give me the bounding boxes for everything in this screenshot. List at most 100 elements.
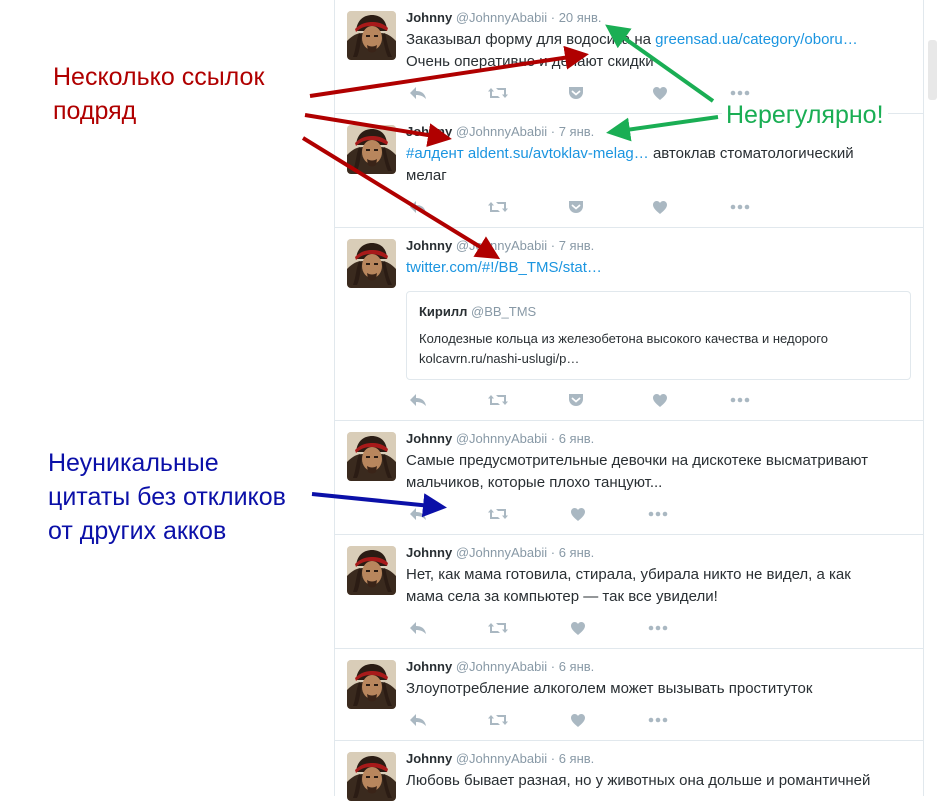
author-name[interactable]: Johnny xyxy=(406,545,452,560)
avatar[interactable] xyxy=(347,239,396,288)
tweet-text: twitter.com/#!/BB_TMS/stat… xyxy=(406,257,906,279)
tweet-text: #алдент aldent.su/avtoklav-melag… автокл… xyxy=(406,143,906,187)
heart-icon[interactable] xyxy=(649,197,671,217)
author-name[interactable]: Johnny xyxy=(406,10,452,25)
author-name[interactable]: Johnny xyxy=(406,124,452,139)
quoted-tweet-header: Кирилл @BB_TMS xyxy=(419,304,536,319)
tweet-item[interactable]: Johnny @JohnnyAbabii · 6 янв. Любовь быв… xyxy=(335,741,923,801)
avatar[interactable] xyxy=(347,752,396,801)
avatar[interactable] xyxy=(347,660,396,709)
pocket-icon[interactable] xyxy=(565,197,587,217)
tweet-header: Johnny @JohnnyAbabii · 7 янв. xyxy=(406,238,594,253)
tweet-text-part: Заказывал форму для водосика на xyxy=(406,31,656,48)
tweet-actions xyxy=(407,197,907,217)
tweet-text-part: Нет, как мама готовила, стирала, убирала… xyxy=(406,566,851,583)
quoted-text-line: Колодезные кольца из железобетона высоко… xyxy=(419,331,828,346)
tweet-text-part: Любовь бывает разная, но у животных она … xyxy=(406,772,871,789)
tweet-text-part: автоклав стоматологический xyxy=(648,145,854,162)
author-handle[interactable]: @JohnnyAbabii xyxy=(456,124,547,139)
tweet-header: Johnny @JohnnyAbabii · 6 янв. xyxy=(406,751,594,766)
avatar[interactable] xyxy=(347,11,396,60)
tweet-text-part: мелаг xyxy=(406,167,447,184)
tweet-date[interactable]: · 6 янв. xyxy=(551,431,595,446)
tweet-text-part: мама села за компьютер — так все увидели… xyxy=(406,588,718,605)
author-name[interactable]: Johnny xyxy=(406,431,452,446)
heart-icon[interactable] xyxy=(649,390,671,410)
more-icon[interactable] xyxy=(647,618,669,638)
heart-icon[interactable] xyxy=(567,710,589,730)
tweet-date[interactable]: · 6 янв. xyxy=(551,659,595,674)
retweet-icon[interactable] xyxy=(487,504,509,524)
author-handle[interactable]: @JohnnyAbabii xyxy=(456,431,547,446)
quoted-tweet[interactable]: Кирилл @BB_TMS Колодезные кольца из желе… xyxy=(406,291,911,380)
tweet-date[interactable]: · 7 янв. xyxy=(551,124,595,139)
tweet-item[interactable]: Johnny @JohnnyAbabii · 7 янв. twitter.co… xyxy=(335,228,923,421)
quoted-text-line: kolcavrn.ru/nashi-uslugi/p… xyxy=(419,351,580,366)
quoted-author-name: Кирилл xyxy=(419,304,468,319)
tweet-actions xyxy=(407,710,907,730)
more-icon[interactable] xyxy=(729,390,751,410)
author-handle[interactable]: @JohnnyAbabii xyxy=(456,545,547,560)
tweet-item[interactable]: Johnny @JohnnyAbabii · 6 янв. Нет, как м… xyxy=(335,535,923,649)
tweet-actions xyxy=(407,618,907,638)
pocket-icon[interactable] xyxy=(565,390,587,410)
reply-icon[interactable] xyxy=(407,618,429,638)
tweet-actions xyxy=(407,504,907,524)
tweet-text-part: мальчиков, которые плохо танцуют... xyxy=(406,474,663,491)
tweet-item[interactable]: Johnny @JohnnyAbabii · 6 янв. Злоупотреб… xyxy=(335,649,923,741)
tweet-text-part: Очень оперативно и делают скидки xyxy=(406,53,654,70)
tweet-item[interactable]: Johnny @JohnnyAbabii · 20 янв. Заказывал… xyxy=(335,0,923,114)
more-icon[interactable] xyxy=(729,197,751,217)
heart-icon[interactable] xyxy=(567,504,589,524)
author-name[interactable]: Johnny xyxy=(406,751,452,766)
tweet-date[interactable]: · 20 янв. xyxy=(551,10,602,25)
annotation-text: Нерегулярно! xyxy=(726,101,884,129)
retweet-icon[interactable] xyxy=(487,197,509,217)
author-handle[interactable]: @JohnnyAbabii xyxy=(456,238,547,253)
tweet-date[interactable]: · 6 янв. xyxy=(551,545,595,560)
author-handle[interactable]: @JohnnyAbabii xyxy=(456,751,547,766)
annotation-text: Несколько ссылок xyxy=(53,63,265,91)
more-icon[interactable] xyxy=(647,710,669,730)
author-name[interactable]: Johnny xyxy=(406,238,452,253)
tweet-header: Johnny @JohnnyAbabii · 6 янв. xyxy=(406,659,594,674)
tweet-link[interactable]: twitter.com/#!/BB_TMS/stat… xyxy=(406,259,602,276)
tweet-link[interactable]: #алдент aldent.su/avtoklav-melag… xyxy=(406,145,649,162)
tweet-text-part: Самые предусмотрительные девочки на диск… xyxy=(406,452,868,469)
tweet-link[interactable]: greensad.ua/category/oboru… xyxy=(655,31,858,48)
reply-icon[interactable] xyxy=(407,83,429,103)
avatar[interactable] xyxy=(347,432,396,481)
avatar[interactable] xyxy=(347,546,396,595)
retweet-icon[interactable] xyxy=(487,710,509,730)
retweet-icon[interactable] xyxy=(487,83,509,103)
avatar[interactable] xyxy=(347,125,396,174)
tweet-actions xyxy=(407,390,907,410)
heart-icon[interactable] xyxy=(649,83,671,103)
retweet-icon[interactable] xyxy=(487,390,509,410)
tweet-header: Johnny @JohnnyAbabii · 20 янв. xyxy=(406,10,602,25)
tweet-text: Заказывал форму для водосика на greensad… xyxy=(406,29,906,73)
tweet-text: Злоупотребление алкоголем может вызывать… xyxy=(406,678,906,700)
quoted-tweet-text: Колодезные кольца из железобетона высоко… xyxy=(419,329,889,369)
author-name[interactable]: Johnny xyxy=(406,659,452,674)
heart-icon[interactable] xyxy=(567,618,589,638)
tweet-text: Любовь бывает разная, но у животных она … xyxy=(406,770,906,792)
pocket-icon[interactable] xyxy=(565,83,587,103)
retweet-icon[interactable] xyxy=(487,618,509,638)
tweet-date[interactable]: · 7 янв. xyxy=(551,238,595,253)
reply-icon[interactable] xyxy=(407,390,429,410)
more-icon[interactable] xyxy=(647,504,669,524)
quoted-author-handle: @BB_TMS xyxy=(471,304,537,319)
reply-icon[interactable] xyxy=(407,710,429,730)
annotation-text: подряд xyxy=(53,97,137,125)
tweet-date[interactable]: · 6 янв. xyxy=(551,751,595,766)
tweet-header: Johnny @JohnnyAbabii · 6 янв. xyxy=(406,545,594,560)
author-handle[interactable]: @JohnnyAbabii xyxy=(456,659,547,674)
tweet-text: Самые предусмотрительные девочки на диск… xyxy=(406,450,906,494)
reply-icon[interactable] xyxy=(407,197,429,217)
tweet-header: Johnny @JohnnyAbabii · 7 янв. xyxy=(406,124,594,139)
tweet-item[interactable]: Johnny @JohnnyAbabii · 6 янв. Самые пред… xyxy=(335,421,923,535)
window-scrollbar[interactable] xyxy=(928,40,937,100)
reply-icon[interactable] xyxy=(407,504,429,524)
author-handle[interactable]: @JohnnyAbabii xyxy=(456,10,547,25)
